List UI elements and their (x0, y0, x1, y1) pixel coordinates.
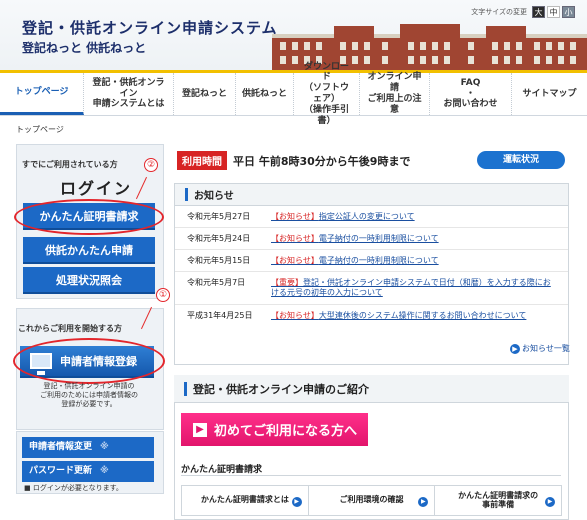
notice-tag: 【お知らせ】 (271, 234, 319, 243)
nav-item-top[interactable]: トップページ (0, 73, 84, 115)
notice-tag: 【お知らせ】 (271, 311, 319, 320)
nav-item-faq[interactable]: FAQ ・ お問い合わせ (430, 73, 512, 115)
highlight-circle-1 (13, 338, 165, 384)
notice-tag: 【重要】 (271, 278, 303, 287)
login-required-mark: ※ (100, 442, 109, 452)
notice-row: 平成31年4月25日 【お知らせ】大型連休後のシステム操作に関するお問い合わせに… (175, 305, 568, 327)
login-required-mark: ※ (100, 466, 109, 476)
breadcrumb: トップページ (16, 125, 64, 134)
password-update-label: パスワード更新 (29, 466, 93, 476)
existing-user-label: すでにご利用されている方 (22, 160, 118, 169)
notice-link[interactable]: 【お知らせ】大型連休後のシステム操作に関するお問い合わせについて (271, 305, 556, 327)
registration-note: 登記・供託オンライン申請の ご利用のためには申請者情報の 登録が必要です。 (40, 382, 138, 409)
font-size-control: 文字サイズの変更 大 中 小 (471, 6, 575, 18)
notices-list-link[interactable]: ▶ お知らせ一覧 (510, 343, 570, 354)
notice-date: 令和元年5月15日 (187, 256, 251, 265)
annotation-2: ② (144, 158, 158, 172)
change-applicant-info-button[interactable]: 申請者情報変更 ※ (22, 437, 154, 458)
notice-date: 令和元年5月7日 (187, 278, 246, 287)
notice-tag: 【お知らせ】 (271, 256, 319, 265)
notice-text: 大型連休後のシステム操作に関するお問い合わせについて (318, 311, 527, 320)
first-time-users-label: 初めてご利用になる方へ (214, 424, 358, 439)
environment-check-link[interactable]: ご利用環境の確認 ▶ (309, 486, 436, 515)
cert-about-label: かんたん証明書請求とは (200, 495, 289, 505)
notice-row: 令和元年5月27日 【お知らせ】指定公証人の変更について (175, 206, 568, 228)
notice-link[interactable]: 【お知らせ】電子納付の一時利用制限について (271, 250, 556, 271)
nav-item-kyotaku[interactable]: 供託ねっと (236, 73, 294, 115)
notice-link[interactable]: 【重要】登記・供託オンライン申請システムで日付（和暦）を入力する際における元号の… (271, 272, 556, 304)
operation-status-button[interactable]: 運転状況 (477, 151, 565, 169)
nav-item-sitemap[interactable]: サイトマップ (512, 73, 587, 115)
notice-link[interactable]: 【お知らせ】指定公証人の変更について (271, 206, 556, 227)
notices-panel: お知らせ 令和元年5月27日 【お知らせ】指定公証人の変更について 令和元年5月… (174, 183, 569, 365)
first-time-users-button[interactable]: ▶ 初めてご利用になる方へ (181, 413, 368, 446)
nav-item-notes[interactable]: オンライン申請 ご利用上の注意 (360, 72, 430, 115)
arrow-right-icon: ▶ (291, 497, 302, 507)
global-nav: トップページ 登記・供託オンライン 申請システムとは 登記ねっと 供託ねっと ダ… (0, 62, 587, 126)
nav-item-touki[interactable]: 登記ねっと (174, 73, 236, 115)
annotation-1: ① (156, 288, 170, 302)
service-hours-label: 利用時間 (177, 151, 227, 170)
notice-row: 令和元年5月24日 【お知らせ】電子納付の一時利用制限について (175, 228, 568, 250)
font-size-medium-button[interactable]: 中 (547, 6, 560, 18)
font-size-small-button[interactable]: 小 (562, 6, 575, 18)
arrow-right-icon: ▶ (193, 422, 207, 437)
intro-title: 登記・供託オンライン申請のご紹介 (193, 382, 369, 396)
notice-date: 令和元年5月24日 (187, 234, 251, 243)
arrow-right-icon: ▶ (545, 497, 556, 507)
heading-divider (181, 475, 561, 476)
notices-title: お知らせ (194, 191, 234, 202)
notice-date: 令和元年5月27日 (187, 212, 251, 221)
notices-list-label: お知らせ一覧 (522, 344, 570, 353)
notice-row: 令和元年5月15日 【お知らせ】電子納付の一時利用制限について (175, 250, 568, 272)
login-title: ログイン (60, 179, 133, 198)
notice-text: 指定公証人の変更について (318, 212, 415, 221)
site-title: 登記・供託オンライン申請システム (22, 19, 278, 37)
environment-check-label: ご利用環境の確認 (339, 495, 404, 505)
notice-link[interactable]: 【お知らせ】電子納付の一時利用制限について (271, 228, 556, 249)
site-header: 登記・供託オンライン申請システム 登記ねっと 供託ねっと 文字サイズの変更 大 … (0, 0, 587, 70)
notice-row: 令和元年5月7日 【重要】登記・供託オンライン申請システムで日付（和暦）を入力す… (175, 272, 568, 305)
site-subtitle: 登記ねっと 供託ねっと (22, 41, 147, 55)
processing-status-button[interactable]: 処理状況照会 (23, 267, 155, 294)
highlight-circle-2 (14, 199, 164, 235)
notices-header: お知らせ (175, 184, 568, 206)
service-hours-text: 平日 午前8時30分から午後9時まで (233, 154, 411, 168)
arrow-right-icon: ▶ (510, 343, 520, 354)
heading-bar (184, 381, 187, 396)
cert-request-heading: かんたん証明書請求 (181, 465, 263, 475)
font-size-large-button[interactable]: 大 (532, 6, 545, 18)
nav-item-download[interactable]: ダウンロード （ソフトウェア） （操作手引書） (294, 62, 360, 126)
arrow-right-icon: ▶ (418, 497, 429, 507)
cert-preparation-label: かんたん証明書請求の 事前準備 (458, 490, 539, 509)
intro-header: 登記・供託オンライン申請のご紹介 (174, 375, 569, 403)
cert-about-link[interactable]: かんたん証明書請求とは ▶ (182, 486, 309, 515)
cert-request-links: かんたん証明書請求とは ▶ ご利用環境の確認 ▶ かんたん証明書請求の 事前準備 ▶ (181, 485, 562, 516)
new-user-title: これからご利用を開始する方 (18, 324, 122, 333)
nav-item-about[interactable]: 登記・供託オンライン 申請システムとは (84, 73, 174, 115)
notice-text: 電子納付の一時利用制限について (318, 234, 439, 243)
password-update-button[interactable]: パスワード更新 ※ (22, 461, 154, 482)
notice-date: 平成31年4月25日 (187, 311, 253, 320)
change-applicant-info-label: 申請者情報変更 (29, 442, 93, 452)
easy-deposit-application-button[interactable]: 供託かんたん申請 (23, 237, 155, 264)
cert-preparation-link[interactable]: かんたん証明書請求の 事前準備 ▶ (435, 486, 561, 515)
login-required-note: ■ ログインが必要となります。 (24, 484, 123, 492)
notice-text: 電子納付の一時利用制限について (318, 256, 439, 265)
heading-bar (185, 188, 188, 201)
notice-tag: 【お知らせ】 (271, 212, 319, 221)
service-hours: 利用時間 平日 午前8時30分から午後9時まで (177, 151, 410, 170)
notice-text: 登記・供託オンライン申請システムで日付（和暦）を入力する際における元号の初年の入… (271, 278, 551, 298)
font-size-label: 文字サイズの変更 (471, 8, 527, 16)
